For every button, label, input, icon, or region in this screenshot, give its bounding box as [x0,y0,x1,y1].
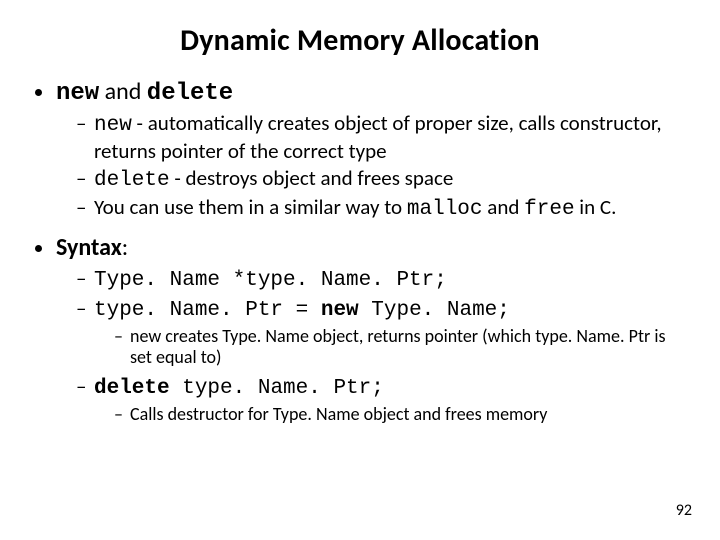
sublist-syntax: Type. Name *type. Name. Ptr; type. Name.… [56,266,686,425]
note-1: new creates Type. Name object, returns p… [114,326,686,368]
code-line-2a: type. Name. Ptr = [94,299,321,322]
syntax-line-3: delete type. Name. Ptr; Calls destructor… [76,374,686,425]
code-line-1: Type. Name *type. Name. Ptr; [94,269,447,292]
kw-free: free [524,198,574,221]
text-post: in C. [575,194,617,220]
subsublist-2: Calls destructor for Type. Name object a… [94,404,686,425]
code-line-3b: type. Name. Ptr; [170,377,384,400]
syntax-colon: : [122,233,128,262]
sub-delete: delete - destroys object and frees space [76,166,686,194]
bullet-new-delete: new and delete new - automatically creat… [56,77,686,223]
sublist-new-delete: new - automatically creates object of pr… [56,111,686,223]
kw-malloc: malloc [407,198,483,221]
page-number: 92 [676,501,692,520]
syntax-line-2: type. Name. Ptr = new Type. Name; new cr… [76,296,686,368]
text-delete-desc: - destroys object and frees space [170,165,454,191]
text-new-desc: - automatically creates object of proper… [94,110,662,164]
bullet-list: new and delete new - automatically creat… [34,77,686,425]
sub-new: new - automatically creates object of pr… [76,111,686,164]
code-line-2b: new [321,299,359,322]
kw-delete: delete [147,80,233,107]
slide: Dynamic Memory Allocation new and delete… [0,0,720,540]
code-line-3a: delete [94,377,170,400]
sub-malloc-free: You can use them in a similar way to mal… [76,195,686,223]
kw-new-inline: new [94,114,132,137]
code-line-2c: Type. Name; [359,299,510,322]
text-mid: and [483,194,525,220]
syntax-line-1: Type. Name *type. Name. Ptr; [76,266,686,294]
bullet-syntax: Syntax: Type. Name *type. Name. Ptr; typ… [56,233,686,425]
text-pre: You can use them in a similar way to [94,194,407,220]
subsublist-1: new creates Type. Name object, returns p… [94,326,686,368]
slide-title: Dynamic Memory Allocation [34,22,686,59]
note-2: Calls destructor for Type. Name object a… [114,404,686,425]
text-and: and [99,77,147,106]
kw-new: new [56,80,99,107]
syntax-label: Syntax [56,233,122,262]
kw-delete-inline: delete [94,169,170,192]
